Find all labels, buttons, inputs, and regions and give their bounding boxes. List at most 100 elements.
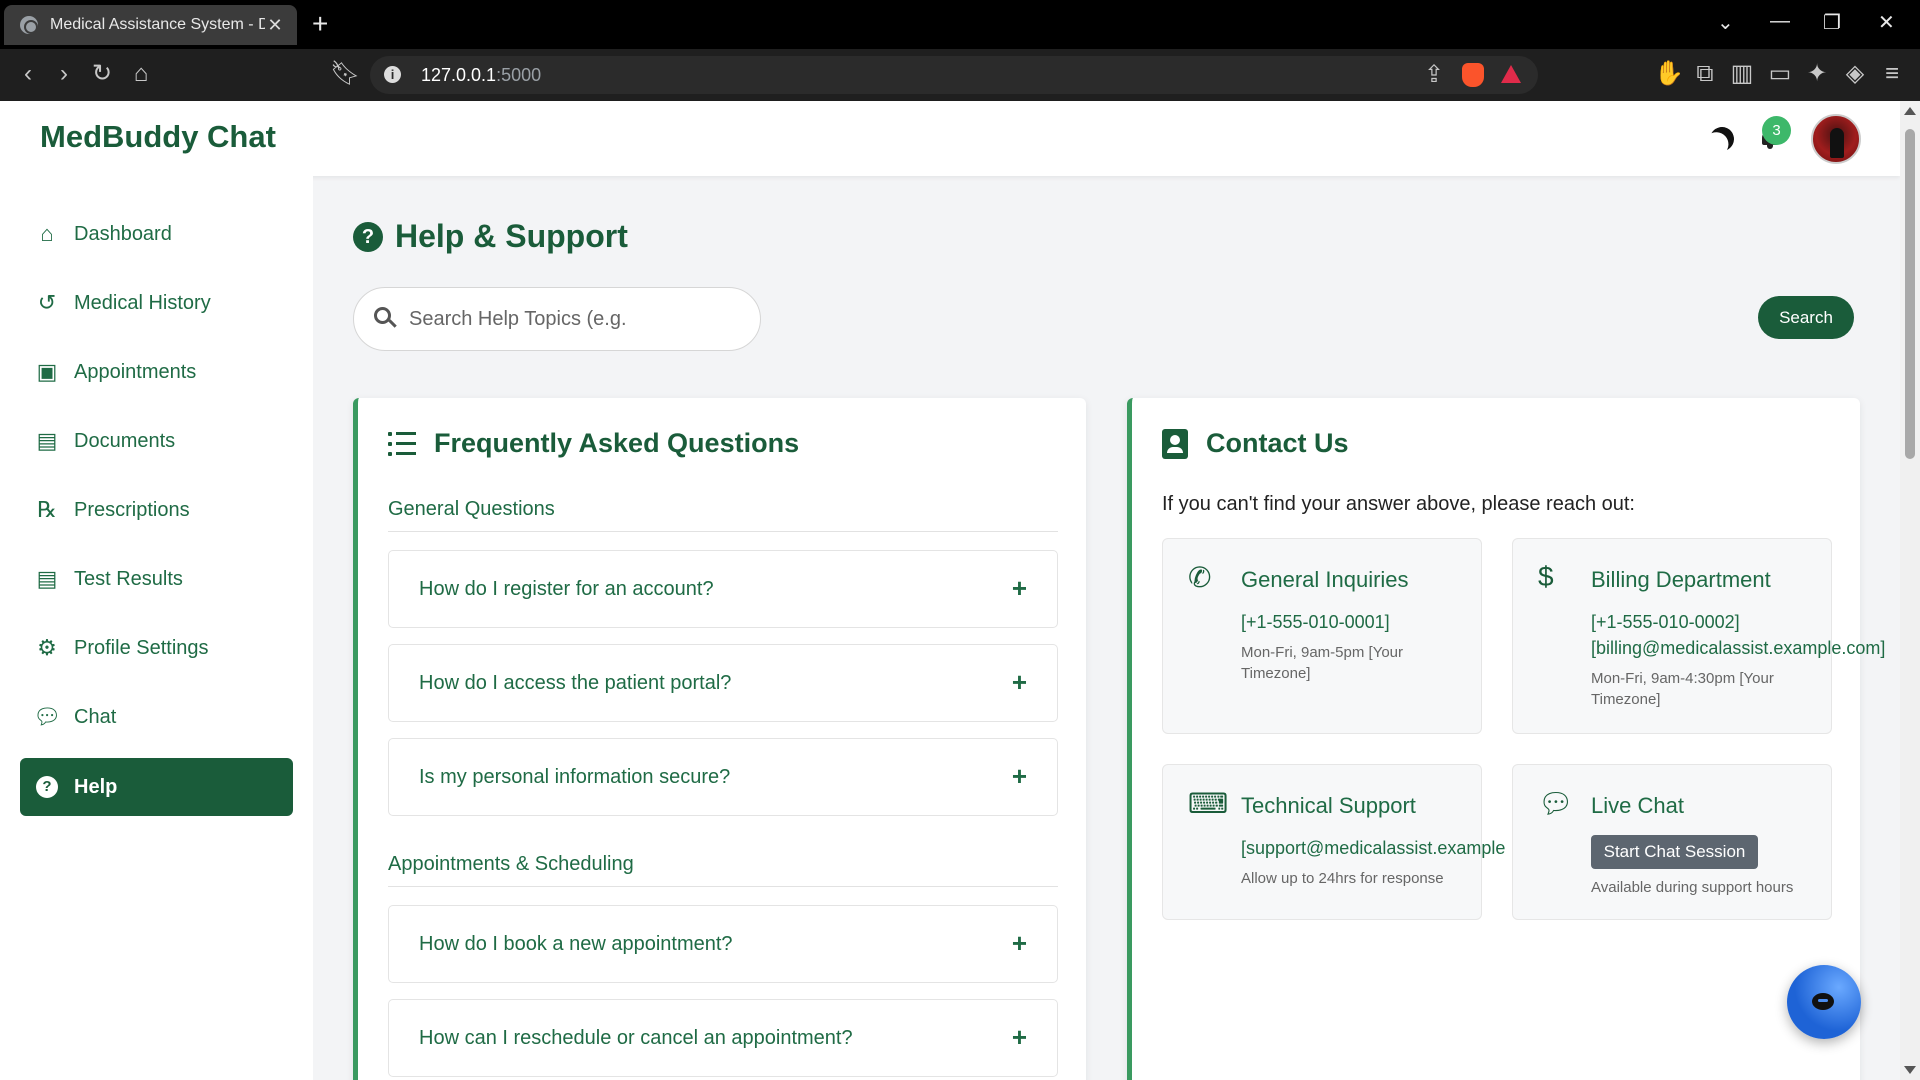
- wallet-icon[interactable]: ▭: [1766, 61, 1794, 87]
- faq-item[interactable]: Is my personal information secure? +: [388, 738, 1058, 816]
- faq-title: Frequently Asked Questions: [388, 428, 799, 459]
- browser-tabstrip: Medical Assistance System - Dashboard ✕ …: [0, 0, 1920, 49]
- reload-icon[interactable]: ↻: [88, 61, 116, 87]
- close-window-button[interactable]: ✕: [1878, 10, 1895, 35]
- file-medical-icon: ▤: [36, 566, 58, 591]
- sidebar-item-label: Prescriptions: [74, 498, 190, 521]
- sidebar-item-test-results[interactable]: ▤ Test Results: [20, 550, 293, 608]
- address-book-icon: [1162, 428, 1188, 459]
- contact-card: Contact Us If you can't find your answer…: [1127, 398, 1885, 1080]
- prescription-icon: ℞: [37, 497, 57, 522]
- menu-icon[interactable]: ≡: [1878, 61, 1906, 87]
- sidebar-item-label: Appointments: [74, 360, 197, 383]
- history-icon: ↺: [37, 290, 57, 315]
- sidebar-item-chat[interactable]: 💬︎ Chat: [20, 688, 293, 746]
- address-bar[interactable]: i 127.0.0.1:5000 ⇪: [370, 56, 1538, 94]
- contact-hours: Mon-Fri, 9am-5pm [Your Timezone]: [1241, 644, 1403, 682]
- sidebar-item-label: Test Results: [74, 567, 183, 590]
- sidebar-item-help[interactable]: ? Help: [20, 758, 293, 816]
- plus-icon[interactable]: +: [1012, 667, 1027, 698]
- phone-number[interactable]: [+1-555-010-0001]: [1241, 612, 1390, 633]
- contact-box-title: Live Chat: [1591, 793, 1684, 818]
- sidebar-item-dashboard[interactable]: ⌂ Dashboard: [20, 205, 293, 263]
- contact-box-title: Billing Department: [1591, 567, 1771, 592]
- app-header: MedBuddy Chat 3: [0, 101, 1900, 176]
- laptop-code-icon: ⌨: [1188, 788, 1229, 819]
- sidebar-item-label: Medical History: [74, 291, 211, 314]
- globe-icon: [20, 16, 38, 34]
- tab-search-icon[interactable]: ⌄: [1717, 10, 1734, 35]
- forward-icon[interactable]: ›: [50, 61, 78, 87]
- page-scrollbar[interactable]: [1900, 101, 1920, 1080]
- sidebar-item-label: Dashboard: [74, 222, 172, 245]
- plus-icon[interactable]: +: [1012, 573, 1027, 604]
- faq-question: How can I reschedule or cancel an appoin…: [419, 1027, 853, 1049]
- bookmark-icon[interactable]: 🔖︎: [330, 61, 360, 87]
- plus-icon[interactable]: +: [1012, 1022, 1027, 1053]
- restore-button[interactable]: ❐: [1823, 10, 1841, 35]
- share-icon[interactable]: ⇪: [1420, 62, 1448, 88]
- sidebar-item-profile-settings[interactable]: ⚙ Profile Settings: [20, 619, 293, 677]
- extension-orange-icon[interactable]: ✋: [1654, 61, 1684, 87]
- tab-close-icon[interactable]: ✕: [265, 15, 285, 36]
- search-button[interactable]: Search: [1758, 296, 1854, 339]
- site-info-icon[interactable]: i: [384, 66, 401, 83]
- contact-title: Contact Us: [1162, 428, 1349, 459]
- url-text: 127.0.0.1:5000: [421, 65, 542, 85]
- sidebar-toggle-icon[interactable]: ▥: [1728, 61, 1756, 87]
- faq-item[interactable]: How do I register for an account? +: [388, 550, 1058, 628]
- sidebar-item-label: Documents: [74, 429, 176, 452]
- faq-question: How do I book a new appointment?: [419, 933, 733, 955]
- file-icon: ▤: [36, 428, 58, 453]
- start-chat-button[interactable]: Start Chat Session: [1591, 835, 1758, 869]
- sidebar-item-appointments[interactable]: ▣ Appointments: [20, 343, 293, 401]
- faq-item[interactable]: How do I book a new appointment? +: [388, 905, 1058, 983]
- faq-item[interactable]: How can I reschedule or cancel an appoin…: [388, 999, 1058, 1077]
- contact-box-title: General Inquiries: [1241, 567, 1409, 592]
- email-address[interactable]: [billing@medicalassist.example.com]: [1591, 638, 1885, 659]
- faq-item[interactable]: How do I access the patient portal? +: [388, 644, 1058, 722]
- help-search-input[interactable]: [409, 304, 739, 334]
- phone-number[interactable]: [+1-555-010-0002]: [1591, 612, 1740, 633]
- email-address[interactable]: [support@medicalassist.example: [1241, 838, 1505, 859]
- sidebar-item-documents[interactable]: ▤ Documents: [20, 412, 293, 470]
- list-icon: [388, 431, 416, 456]
- scroll-down-icon[interactable]: [1904, 1066, 1916, 1074]
- plus-icon[interactable]: +: [1012, 928, 1027, 959]
- help-search-box: [353, 287, 761, 351]
- chat-availability: Available during support hours: [1591, 879, 1794, 896]
- avatar[interactable]: [1811, 114, 1861, 164]
- plus-icon[interactable]: +: [1012, 761, 1027, 792]
- main-content: ? Help & Support Search Frequently Asked…: [313, 176, 1900, 1080]
- comments-icon: 💬︎: [33, 704, 61, 729]
- faq-question: How do I access the patient portal?: [419, 672, 732, 694]
- scroll-up-icon[interactable]: [1904, 107, 1916, 115]
- contact-box-billing: $ Billing Department [+1-555-010-0002] […: [1512, 538, 1885, 734]
- minimize-button[interactable]: —: [1770, 10, 1790, 33]
- home-icon[interactable]: ⌂: [127, 61, 155, 87]
- page-title: ? Help & Support: [353, 218, 628, 255]
- chatbot-fab-button[interactable]: [1787, 965, 1861, 1039]
- contact-intro: If you can't find your answer above, ple…: [1162, 493, 1635, 515]
- sidebar-item-medical-history[interactable]: ↺ Medical History: [20, 274, 293, 332]
- brand-logo[interactable]: MedBuddy Chat: [40, 119, 276, 155]
- sidebar-item-prescriptions[interactable]: ℞ Prescriptions: [20, 481, 293, 539]
- dark-mode-toggle-icon[interactable]: [1707, 124, 1738, 155]
- contact-box-general-inquiries: ✆ General Inquiries [+1-555-010-0001] Mo…: [1162, 538, 1482, 734]
- back-icon[interactable]: ‹: [14, 61, 42, 87]
- scrollbar-thumb[interactable]: [1905, 129, 1915, 459]
- brave-shields-icon[interactable]: [1462, 63, 1484, 87]
- faq-card: Frequently Asked Questions General Quest…: [353, 398, 1086, 1080]
- browser-toolbar: ‹ › ↻ ⌂ 🔖︎ i 127.0.0.1:5000 ⇪ ✋ ⧉ ▥ ▭ ✦ …: [0, 49, 1920, 101]
- browser-tab[interactable]: Medical Assistance System - Dashboard ✕: [4, 5, 297, 45]
- sidebar-item-label: Chat: [74, 705, 117, 728]
- leo-ai-icon[interactable]: ✦: [1803, 61, 1831, 87]
- question-circle-icon: ?: [36, 776, 58, 798]
- extensions-icon[interactable]: ⧉: [1691, 61, 1719, 87]
- vpn-icon[interactable]: ◈: [1841, 61, 1869, 87]
- new-tab-button[interactable]: +: [312, 10, 328, 38]
- notification-badge[interactable]: 3: [1762, 116, 1791, 145]
- contact-hours: Mon-Fri, 9am-4:30pm [Your Timezone]: [1591, 670, 1774, 708]
- invoice-dollar-icon: $: [1538, 561, 1554, 592]
- brave-rewards-icon[interactable]: [1501, 65, 1521, 83]
